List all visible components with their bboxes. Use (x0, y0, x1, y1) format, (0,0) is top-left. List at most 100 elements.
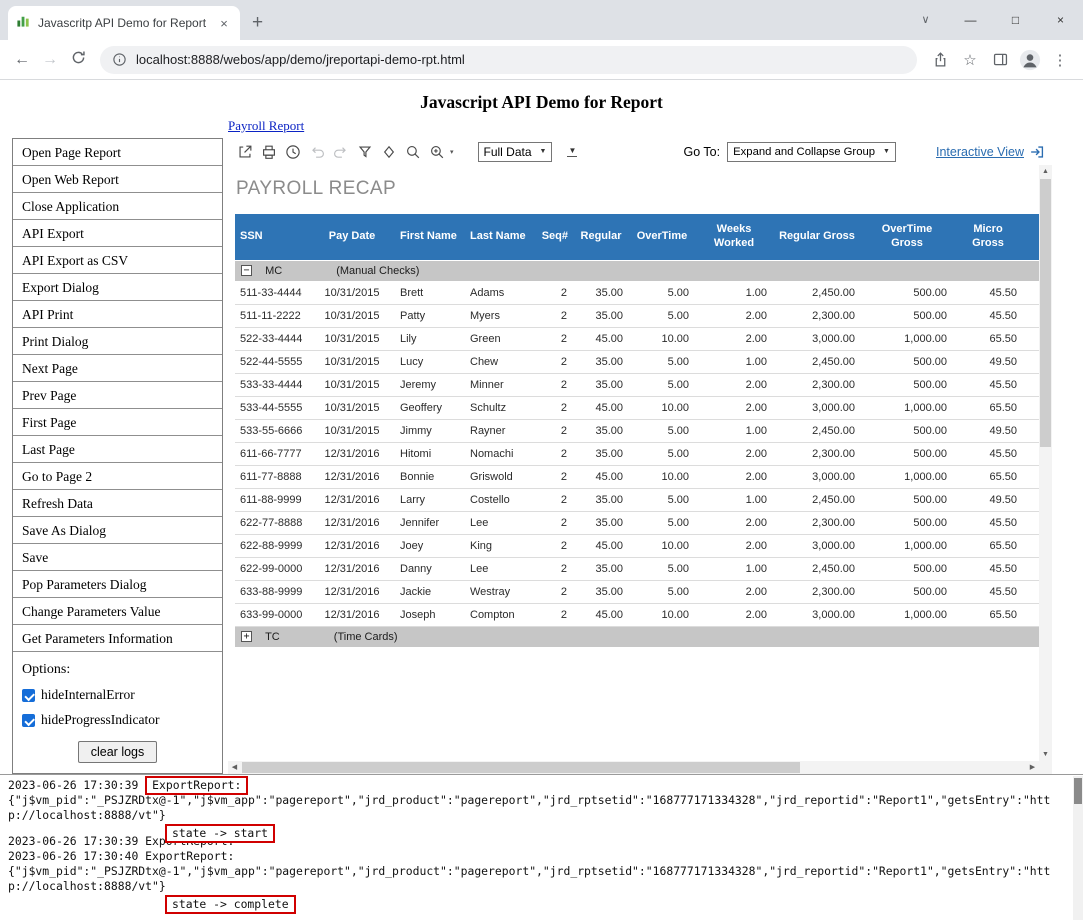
sidebar-item[interactable]: Pop Parameters Dialog (13, 571, 222, 598)
toolbar-more-icon[interactable]: ▼ (567, 146, 577, 157)
zoom-dropdown-icon[interactable]: ▾ (450, 148, 454, 156)
tab-search-chevron-icon[interactable]: ∨ (903, 0, 948, 40)
tab-title: Javascritp API Demo for Report (38, 16, 209, 30)
sidebar-item[interactable]: Change Parameters Value (13, 598, 222, 625)
sidebar-item[interactable]: API Export as CSV (13, 247, 222, 274)
sidebar-item[interactable]: Refresh Data (13, 490, 222, 517)
report-vertical-scrollbar[interactable]: ▲ ▼ (1039, 165, 1052, 761)
sidebar-item[interactable]: Get Parameters Information (13, 625, 222, 652)
schedule-icon[interactable] (281, 141, 305, 163)
data-scope-select[interactable]: Full Data ▼ (478, 142, 553, 162)
clear-logs-button[interactable]: clear logs (78, 741, 158, 763)
tab-close-icon[interactable]: × (216, 16, 232, 31)
table-cell: 2.00 (695, 327, 773, 350)
table-cell: 2.00 (695, 511, 773, 534)
options-list: hideInternalError hideProgressIndicator (22, 687, 213, 728)
option-row: hideProgressIndicator (22, 712, 213, 728)
table-cell: Larry (395, 488, 465, 511)
sidebar-item[interactable]: Go to Page 2 (13, 463, 222, 490)
minimize-button[interactable]: — (948, 0, 993, 40)
close-button[interactable]: × (1038, 0, 1083, 40)
scroll-down-icon[interactable]: ▼ (1039, 748, 1052, 761)
column-header: Micro Gross (953, 214, 1023, 260)
table-cell: 35.00 (573, 511, 629, 534)
table-cell: 3,000.00 (773, 396, 861, 419)
options-label: Options: (22, 661, 213, 678)
goto-select[interactable]: Expand and Collapse Group ▼ (727, 142, 896, 162)
checkbox[interactable] (22, 714, 35, 727)
sidebar-item-label: API Print (22, 307, 73, 322)
site-info-icon[interactable] (112, 52, 127, 67)
table-cell: 45.50 (953, 373, 1023, 396)
report-horizontal-scrollbar[interactable]: ◀ ▶ (228, 761, 1039, 774)
reload-icon[interactable] (64, 49, 92, 71)
table-cell: 2.00 (695, 534, 773, 557)
bookmark-star-icon[interactable]: ☆ (955, 51, 985, 69)
vertical-scrollbar-thumb[interactable] (1040, 179, 1051, 447)
sidebar-item[interactable]: Open Page Report (13, 139, 222, 166)
table-cell: 533-33-4444 (235, 373, 309, 396)
table-cell: Brett (395, 281, 465, 304)
sidebar-item[interactable]: Next Page (13, 355, 222, 382)
sidebar-item[interactable]: Last Page (13, 436, 222, 463)
table-cell: 65.50 (953, 534, 1023, 557)
log-scrollbar-thumb[interactable] (1074, 778, 1082, 804)
scroll-up-icon[interactable]: ▲ (1039, 165, 1052, 178)
group-toggle-icon[interactable]: + (241, 631, 252, 642)
omnibox[interactable]: localhost:8888/webos/app/demo/jreportapi… (100, 46, 917, 74)
table-cell: Joey (395, 534, 465, 557)
group-cell: − MC (Manual Checks) (235, 260, 1039, 281)
table-cell: 500.00 (861, 557, 953, 580)
sidebar-item[interactable]: Print Dialog (13, 328, 222, 355)
payroll-report-link[interactable]: Payroll Report (228, 118, 304, 133)
export-icon[interactable] (233, 141, 257, 163)
table-cell: 35.00 (573, 419, 629, 442)
sidebar-item[interactable]: Prev Page (13, 382, 222, 409)
filter-icon[interactable] (353, 141, 377, 163)
horizontal-scrollbar-thumb[interactable] (242, 762, 800, 773)
sidebar-item-label: First Page (22, 415, 76, 430)
sidebar-item[interactable]: Save As Dialog (13, 517, 222, 544)
back-icon[interactable]: ← (8, 51, 36, 69)
sidebar-item[interactable]: API Print (13, 301, 222, 328)
sidebar-item[interactable]: Save (13, 544, 222, 571)
zoom-icon[interactable] (425, 141, 449, 163)
maximize-button[interactable]: □ (993, 0, 1038, 40)
sidebar-item[interactable]: API Export (13, 220, 222, 247)
browser-menu-icon[interactable]: ⋮ (1045, 51, 1075, 69)
group-toggle-icon[interactable]: − (241, 265, 252, 276)
table-cell: Green (465, 327, 533, 350)
interactive-view-link[interactable]: Interactive View (936, 145, 1024, 159)
side-panel-icon[interactable] (985, 51, 1015, 68)
sidebar-item[interactable]: First Page (13, 409, 222, 436)
table-cell: 1.00 (695, 350, 773, 373)
sidebar-item[interactable]: Open Web Report (13, 166, 222, 193)
report-tab: Payroll Report (228, 118, 1083, 134)
share-icon[interactable] (925, 51, 955, 68)
table-cell: 35.00 (573, 304, 629, 327)
scroll-right-icon[interactable]: ▶ (1026, 761, 1039, 774)
data-scope-value: Full Data (484, 145, 532, 159)
browser-tab[interactable]: Javascritp API Demo for Report × (8, 6, 240, 40)
sidebar-item-label: Next Page (22, 361, 78, 376)
sidebar-item[interactable]: Export Dialog (13, 274, 222, 301)
table-cell: 10/31/2015 (309, 304, 395, 327)
tab-strip: Javascritp API Demo for Report × + ∨ — □… (0, 0, 1083, 40)
table-cell: Griswold (465, 465, 533, 488)
interactive-view-icon[interactable] (1028, 143, 1046, 161)
checkbox[interactable] (22, 689, 35, 702)
table-row: 511-11-222210/31/2015PattyMyers235.005.0… (235, 304, 1039, 327)
new-tab-button[interactable]: + (252, 13, 263, 32)
print-icon[interactable] (257, 141, 281, 163)
sidebar-item[interactable]: Close Application (13, 193, 222, 220)
log-line: 2023-06-26 17:30:40 ExportReport: (8, 849, 1075, 864)
table-cell: 611-77-8888 (235, 465, 309, 488)
goto-marker-icon[interactable] (377, 141, 401, 163)
search-icon[interactable] (401, 141, 425, 163)
table-cell: Lily (395, 327, 465, 350)
profile-avatar[interactable] (1015, 49, 1045, 71)
table-cell: 2,450.00 (773, 350, 861, 373)
table-cell: 2 (533, 304, 573, 327)
table-cell: 533-44-5555 (235, 396, 309, 419)
scroll-left-icon[interactable]: ◀ (228, 761, 241, 774)
